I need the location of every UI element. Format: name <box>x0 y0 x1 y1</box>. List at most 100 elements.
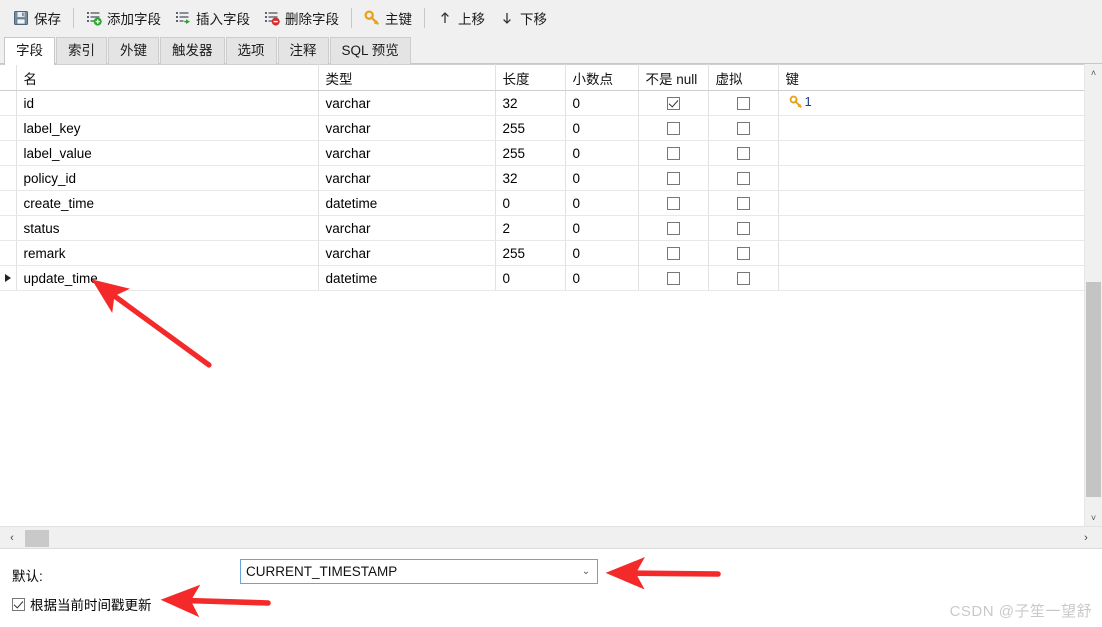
tab-comment[interactable]: 注释 <box>277 37 329 64</box>
tab-triggers[interactable]: 触发器 <box>160 37 225 64</box>
scroll-left-icon[interactable]: ‹ <box>2 527 22 549</box>
not-null-checkbox[interactable] <box>666 172 680 186</box>
cell-type[interactable]: varchar <box>318 215 496 241</box>
cell-decimals[interactable]: 0 <box>565 190 639 216</box>
save-button[interactable]: 保存 <box>6 5 68 31</box>
cell-type[interactable]: varchar <box>318 90 496 116</box>
not-null-cell[interactable] <box>638 115 709 141</box>
cell-key[interactable] <box>778 115 1085 141</box>
virtual-checkbox[interactable] <box>736 97 750 111</box>
header-length[interactable]: 长度 <box>495 64 566 91</box>
cell-decimals[interactable]: 0 <box>565 90 639 116</box>
row-selector[interactable] <box>0 265 17 291</box>
virtual-cell[interactable] <box>708 90 779 116</box>
cell-name[interactable]: policy_id <box>16 165 319 191</box>
cell-length[interactable]: 0 <box>495 190 566 216</box>
header-decimals[interactable]: 小数点 <box>565 64 639 91</box>
not-null-cell[interactable] <box>638 90 709 116</box>
primary-key-button[interactable]: 主键 <box>357 5 419 31</box>
update-on-timestamp-checkbox[interactable] <box>12 597 25 611</box>
cell-name[interactable]: create_time <box>16 190 319 216</box>
cell-length[interactable]: 2 <box>495 215 566 241</box>
tab-fields[interactable]: 字段 <box>4 37 55 65</box>
cell-key[interactable] <box>778 165 1085 191</box>
table-row[interactable]: create_timedatetime00创建时间 <box>0 190 1085 216</box>
virtual-cell[interactable] <box>708 140 779 166</box>
virtual-checkbox[interactable] <box>736 172 750 186</box>
virtual-cell[interactable] <box>708 115 779 141</box>
virtual-checkbox[interactable] <box>736 222 750 236</box>
not-null-cell[interactable] <box>638 265 709 291</box>
row-selector[interactable] <box>0 215 17 241</box>
horizontal-scrollbar-thumb[interactable] <box>25 530 49 547</box>
insert-field-button[interactable]: 插入字段 <box>168 5 257 31</box>
cell-decimals[interactable]: 0 <box>565 140 639 166</box>
cell-decimals[interactable]: 0 <box>565 115 639 141</box>
table-row[interactable]: remarkvarchar2550备注 <box>0 240 1085 266</box>
cell-type[interactable]: datetime <box>318 190 496 216</box>
cell-decimals[interactable]: 0 <box>565 215 639 241</box>
horizontal-scrollbar[interactable]: ‹ › <box>0 526 1102 549</box>
not-null-cell[interactable] <box>638 140 709 166</box>
cell-type[interactable]: varchar <box>318 165 496 191</box>
default-value-combobox[interactable]: CURRENT_TIMESTAMP ⌄ <box>240 559 598 584</box>
vertical-scrollbar-thumb[interactable] <box>1086 282 1101 497</box>
cell-name[interactable]: status <box>16 215 319 241</box>
header-key[interactable]: 键 <box>778 64 1085 91</box>
vertical-scrollbar[interactable]: ˄ ˅ <box>1084 64 1102 526</box>
table-row[interactable]: update_timedatetime00更新时间 <box>0 265 1085 291</box>
table-row[interactable]: statusvarchar20状态:1有效 0:无效 <box>0 215 1085 241</box>
move-down-button[interactable]: 下移 <box>492 5 554 31</box>
virtual-checkbox[interactable] <box>736 272 750 286</box>
tab-indexes[interactable]: 索引 <box>56 37 107 64</box>
row-selector[interactable] <box>0 140 17 166</box>
add-field-button[interactable]: 添加字段 <box>79 5 168 31</box>
virtual-checkbox[interactable] <box>736 247 750 261</box>
table-row[interactable]: label_valuevarchar2550标签值 <box>0 140 1085 166</box>
table-row[interactable]: policy_idvarchar320政策id <box>0 165 1085 191</box>
not-null-cell[interactable] <box>638 190 709 216</box>
virtual-checkbox[interactable] <box>736 122 750 136</box>
header-not-null[interactable]: 不是 null <box>638 64 709 91</box>
virtual-cell[interactable] <box>708 190 779 216</box>
not-null-cell[interactable] <box>638 240 709 266</box>
table-row[interactable]: label_keyvarchar2550标签键 <box>0 115 1085 141</box>
scroll-down-icon[interactable]: ˅ <box>1085 509 1102 526</box>
cell-length[interactable]: 255 <box>495 115 566 141</box>
header-virtual[interactable]: 虚拟 <box>708 64 779 91</box>
cell-key[interactable] <box>778 190 1085 216</box>
cell-name[interactable]: update_time <box>16 265 319 291</box>
cell-name[interactable]: id <box>16 90 319 116</box>
not-null-checkbox[interactable] <box>666 147 680 161</box>
cell-length[interactable]: 255 <box>495 140 566 166</box>
not-null-cell[interactable] <box>638 215 709 241</box>
tab-sql-preview[interactable]: SQL 预览 <box>329 37 411 64</box>
move-up-button[interactable]: 上移 <box>430 5 492 31</box>
tab-foreign-keys[interactable]: 外键 <box>108 37 159 64</box>
scroll-up-icon[interactable]: ˄ <box>1085 64 1102 81</box>
virtual-cell[interactable] <box>708 265 779 291</box>
virtual-checkbox[interactable] <box>736 197 750 211</box>
row-selector[interactable] <box>0 190 17 216</box>
chevron-down-icon[interactable]: ⌄ <box>575 566 597 577</box>
cell-key[interactable] <box>778 215 1085 241</box>
cell-name[interactable]: remark <box>16 240 319 266</box>
delete-field-button[interactable]: 删除字段 <box>257 5 346 31</box>
not-null-checkbox[interactable] <box>666 272 680 286</box>
cell-length[interactable]: 0 <box>495 265 566 291</box>
cell-key[interactable] <box>778 240 1085 266</box>
row-selector[interactable] <box>0 115 17 141</box>
cell-length[interactable]: 255 <box>495 240 566 266</box>
cell-type[interactable]: varchar <box>318 115 496 141</box>
not-null-checkbox[interactable] <box>666 222 680 236</box>
row-selector[interactable] <box>0 165 17 191</box>
cell-key[interactable]: 1 <box>778 90 1085 116</box>
cell-type[interactable]: varchar <box>318 140 496 166</box>
row-selector[interactable] <box>0 90 17 116</box>
scroll-right-icon[interactable]: › <box>1076 527 1096 549</box>
not-null-cell[interactable] <box>638 165 709 191</box>
update-on-timestamp-row[interactable]: 根据当前时间戳更新 <box>12 594 152 614</box>
cell-length[interactable]: 32 <box>495 90 566 116</box>
not-null-checkbox[interactable] <box>666 122 680 136</box>
virtual-checkbox[interactable] <box>736 147 750 161</box>
